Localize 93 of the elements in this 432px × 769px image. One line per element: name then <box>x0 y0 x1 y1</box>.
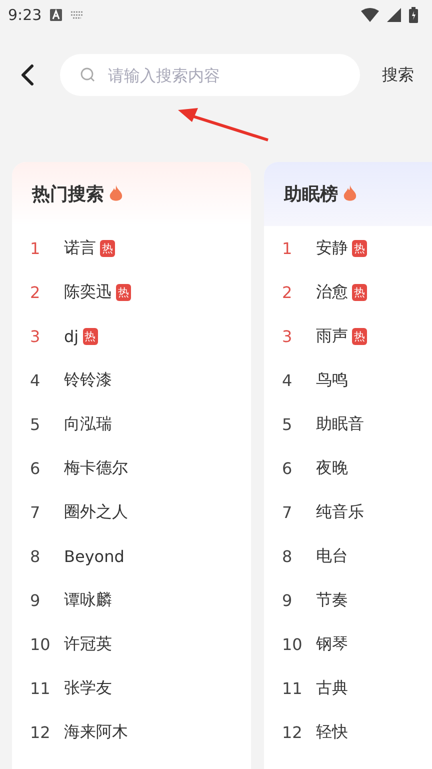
ranking-item[interactable]: 4 铃铃漆 <box>12 358 251 402</box>
item-name: Beyond <box>64 546 124 566</box>
ranking-item[interactable]: 8 电台 <box>264 534 432 578</box>
signal-icon <box>387 8 401 22</box>
ranking-item[interactable]: 11 张学友 <box>12 666 251 710</box>
flame-icon <box>343 185 357 203</box>
hot-badge: 热 <box>352 284 367 300</box>
rank-number: 4 <box>30 370 42 390</box>
ranking-item[interactable]: 6 夜晚 <box>264 446 432 490</box>
item-name: 鸟鸣 <box>316 370 348 390</box>
item-name: 向泓瑞 <box>64 414 112 434</box>
ranking-item[interactable]: 12 轻快 <box>264 710 432 754</box>
rank-number: 3 <box>282 326 294 346</box>
rank-number: 1 <box>282 238 294 258</box>
rank-number: 7 <box>30 502 42 522</box>
rank-number: 4 <box>282 370 294 390</box>
rank-number: 1 <box>30 238 42 258</box>
search-icon <box>80 67 96 83</box>
rank-number: 7 <box>282 502 294 522</box>
battery-icon <box>409 7 418 23</box>
flame-icon <box>109 185 123 203</box>
card-title: 助眠榜 <box>284 183 338 206</box>
rank-number: 12 <box>30 722 52 742</box>
ranking-item[interactable]: 10 钢琴 <box>264 622 432 666</box>
item-name: 许冠英 <box>64 634 112 654</box>
ranking-item[interactable]: 3 雨声 热 <box>264 314 432 358</box>
item-name: 圈外之人 <box>64 502 128 522</box>
ranking-item[interactable]: 2 治愈 热 <box>264 270 432 314</box>
item-name: 古典 <box>316 678 348 698</box>
rank-number: 2 <box>282 282 294 302</box>
item-name: 治愈 <box>316 282 348 302</box>
rank-number: 9 <box>30 590 42 610</box>
item-name: 节奏 <box>316 590 348 610</box>
ranking-item[interactable]: 12 海来阿木 <box>12 710 251 754</box>
rank-number: 8 <box>30 546 42 566</box>
ranking-item[interactable]: 2 陈奕迅 热 <box>12 270 251 314</box>
status-time: 9:23 <box>8 6 42 24</box>
ranking-item[interactable]: 3 dj 热 <box>12 314 251 358</box>
ranking-item[interactable]: 7 纯音乐 <box>264 490 432 534</box>
item-name: 夜晚 <box>316 458 348 478</box>
notification-icon <box>50 9 62 21</box>
hot-badge: 热 <box>352 328 367 344</box>
ranking-item[interactable]: 9 谭咏麟 <box>12 578 251 622</box>
item-name: 诺言 <box>64 238 96 258</box>
rank-number: 11 <box>30 678 52 698</box>
item-name: 纯音乐 <box>316 502 364 522</box>
ranking-item[interactable]: 4 鸟鸣 <box>264 358 432 402</box>
rank-number: 8 <box>282 546 294 566</box>
rank-number: 9 <box>282 590 294 610</box>
rank-number: 12 <box>282 722 304 742</box>
ranking-item[interactable]: 8 Beyond <box>12 534 251 578</box>
back-icon[interactable] <box>20 64 34 86</box>
item-name: 海来阿木 <box>64 722 128 742</box>
rank-number: 10 <box>282 634 304 654</box>
rank-number: 3 <box>30 326 42 346</box>
keyboard-icon <box>70 11 84 19</box>
search-button[interactable]: 搜索 <box>382 64 414 86</box>
rank-number: 6 <box>30 458 42 478</box>
item-name: 电台 <box>316 546 348 566</box>
rank-number: 2 <box>30 282 42 302</box>
hot-badge: 热 <box>100 240 115 256</box>
card-title: 热门搜索 <box>32 183 104 206</box>
item-name: 梅卡德尔 <box>64 458 128 478</box>
item-name: 陈奕迅 <box>64 282 112 302</box>
ranking-item[interactable]: 7 圈外之人 <box>12 490 251 534</box>
ranking-item[interactable]: 5 向泓瑞 <box>12 402 251 446</box>
item-name: 谭咏麟 <box>64 590 112 610</box>
rank-number: 5 <box>282 414 294 434</box>
rank-number: 11 <box>282 678 304 698</box>
item-name: 张学友 <box>64 678 112 698</box>
ranking-item[interactable]: 5 助眠音 <box>264 402 432 446</box>
rank-number: 10 <box>30 634 52 654</box>
item-name: 助眠音 <box>316 414 364 434</box>
item-name: 钢琴 <box>316 634 348 654</box>
rank-number: 5 <box>30 414 42 434</box>
ranking-item[interactable]: 9 节奏 <box>264 578 432 622</box>
item-name: 安静 <box>316 238 348 258</box>
item-name: 铃铃漆 <box>64 370 112 390</box>
ranking-item[interactable]: 10 许冠英 <box>12 622 251 666</box>
hot-badge: 热 <box>82 328 98 344</box>
item-name: 雨声 <box>316 326 348 346</box>
ranking-item[interactable]: 1 安静 热 <box>264 226 432 270</box>
ranking-item[interactable]: 1 诺言 热 <box>12 226 251 270</box>
ranking-item[interactable]: 6 梅卡德尔 <box>12 446 251 490</box>
hot-badge: 热 <box>116 284 131 300</box>
search-field[interactable]: 请输入搜索内容 <box>106 64 330 86</box>
search-bar[interactable]: 请输入搜索内容 <box>60 54 360 96</box>
item-name: 轻快 <box>316 722 348 742</box>
item-name: dj <box>64 326 79 346</box>
rank-number: 6 <box>282 458 294 478</box>
ranking-item[interactable]: 11 古典 <box>264 666 432 710</box>
hot-badge: 热 <box>352 240 367 256</box>
wifi-icon <box>361 8 379 22</box>
